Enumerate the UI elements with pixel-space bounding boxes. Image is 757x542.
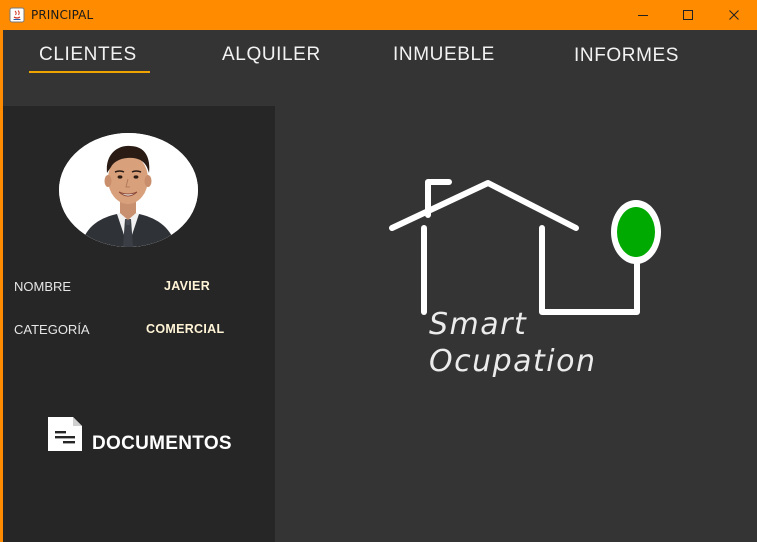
main-nav: CLIENTES ALQUILER INMUEBLE INFORMES [3,30,757,82]
smart-ocupation-logo: Smart Ocupation [385,176,670,386]
document-icon [47,417,83,456]
tab-informes[interactable]: INFORMES [574,45,679,67]
house-tree-icon [389,179,661,315]
documents-button[interactable]: DOCUMENTOS [47,417,257,457]
maximize-icon [683,10,693,20]
close-icon [729,10,739,20]
category-label: CATEGORÍA [14,322,90,337]
window-title: PRINCIPAL [31,8,94,22]
logo-text-ocupation: Ocupation [429,344,597,379]
tab-clientes[interactable]: CLIENTES [39,44,137,66]
avatar [59,133,198,247]
category-value: COMERCIAL [146,322,225,336]
java-app-icon [9,7,25,23]
minimize-button[interactable] [620,0,666,30]
close-button[interactable] [711,0,757,30]
maximize-button[interactable] [665,0,711,30]
logo-text-smart: Smart [429,307,528,342]
client-sidebar: NOMBRE JAVIER CATEGORÍA COMERCIAL DOCUME… [3,106,275,542]
name-value: JAVIER [164,279,211,293]
tab-alquiler[interactable]: ALQUILER [222,44,321,66]
documents-label: DOCUMENTOS [92,433,232,454]
minimize-icon [638,15,648,16]
main-window: PRINCIPAL CLIENTES ALQUILER INMUEBLE INF… [0,0,757,542]
title-bar[interactable]: PRINCIPAL [0,0,757,30]
name-label: NOMBRE [14,279,72,294]
active-tab-indicator [29,71,150,73]
tab-inmueble[interactable]: INMUEBLE [393,44,495,66]
